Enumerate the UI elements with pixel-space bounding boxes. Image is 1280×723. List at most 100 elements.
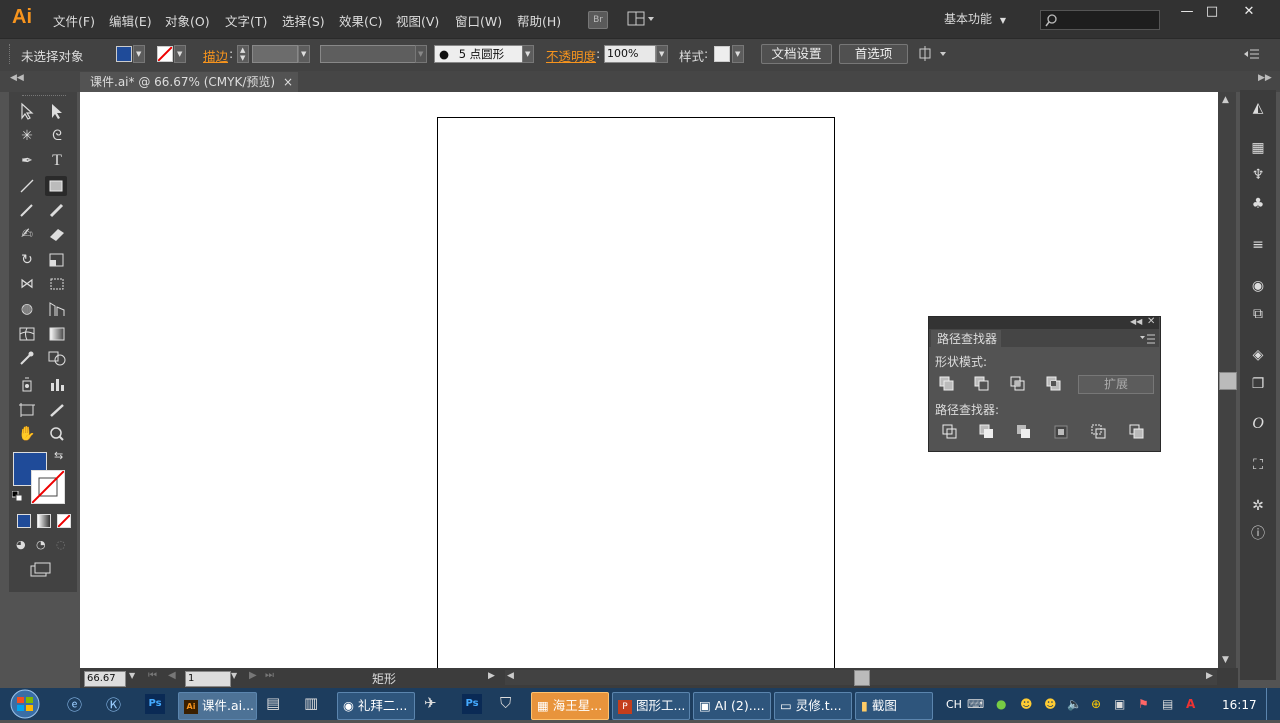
lasso-tool-icon[interactable]: ᘓ (46, 126, 68, 146)
mesh-tool-icon[interactable] (16, 324, 38, 344)
draw-normal-icon[interactable]: ◕ (16, 539, 30, 551)
close-tab-icon[interactable]: × (283, 72, 293, 92)
photoshop-icon-2[interactable]: Ps (462, 694, 482, 714)
merge-icon[interactable] (1016, 424, 1032, 440)
help-search-input[interactable] (1040, 10, 1160, 30)
stroke-weight-field[interactable] (252, 45, 298, 63)
brush-definition[interactable]: ● 5 点圆形 (434, 45, 523, 63)
menu-type[interactable]: 文字(T) (225, 11, 267, 30)
graphic-styles-icon[interactable]: ⧉ (1246, 304, 1270, 324)
stroke-weight-dropdown[interactable]: ▼ (298, 45, 310, 63)
unite-icon[interactable] (939, 376, 955, 392)
panel-menu-icon[interactable] (1140, 333, 1156, 344)
arrange-documents-button[interactable] (627, 11, 655, 27)
minus-front-icon[interactable] (974, 376, 990, 392)
task-illustrator[interactable]: Ai 课件.ai... (178, 692, 257, 720)
acrobat-icon[interactable]: A (1186, 697, 1195, 711)
width-tool-icon[interactable]: ⋈ (16, 274, 38, 294)
type-panel-icon[interactable]: O (1246, 414, 1270, 434)
opacity-dropdown[interactable]: ▼ (656, 45, 668, 63)
status-menu-icon[interactable]: ▶ (488, 671, 495, 681)
menu-file[interactable]: 文件(F) (53, 11, 95, 30)
workspace-switcher[interactable]: 基本功能 ▼ (944, 10, 1024, 28)
zoom-dropdown-icon[interactable]: ▼ (129, 671, 135, 680)
qq-icon[interactable]: ☻ (1020, 697, 1033, 711)
feather-app-icon[interactable]: ✈ (424, 694, 444, 714)
collapse-toolbox-icon[interactable]: ◀◀ (10, 73, 24, 83)
intersect-icon[interactable] (1010, 376, 1026, 392)
menu-window[interactable]: 窗口(W) (455, 11, 502, 30)
symbols-icon[interactable]: ♣ (1246, 194, 1270, 214)
appearance-icon[interactable]: ◉ (1246, 276, 1270, 296)
opacity-label[interactable]: 不透明度 (546, 46, 596, 65)
layers-icon[interactable]: ◈ (1246, 345, 1270, 365)
hand-tool-icon[interactable]: ✋ (16, 424, 38, 444)
rectangle-tool-icon[interactable] (45, 176, 67, 196)
volume-icon[interactable]: 🔈 (1067, 697, 1082, 711)
slice-tool-icon[interactable] (46, 400, 68, 420)
scale-tool-icon[interactable] (46, 250, 68, 270)
blend-tool-icon[interactable] (46, 348, 68, 368)
menu-select[interactable]: 选择(S) (282, 11, 325, 30)
document-tab[interactable]: 课件.ai* @ 66.67% (CMYK/预览) × (80, 72, 298, 92)
align-options-button[interactable] (918, 46, 948, 62)
gradient-tool-icon[interactable] (46, 324, 68, 344)
stroke-color-box[interactable] (31, 470, 65, 504)
exclude-icon[interactable] (1046, 376, 1062, 392)
zoom-tool-icon[interactable] (46, 424, 68, 444)
brushes-icon[interactable]: ♆ (1246, 165, 1270, 185)
task-screenshot[interactable]: ▮ 截图 (855, 692, 933, 720)
magic-wand-tool-icon[interactable]: ✳ (16, 126, 38, 146)
line-tool-icon[interactable] (16, 176, 38, 196)
toolbox-grip[interactable] (22, 95, 66, 100)
scroll-down-icon[interactable]: ▼ (1222, 655, 1229, 665)
rotate-tool-icon[interactable]: ↻ (16, 250, 38, 270)
close-panel-icon[interactable]: ✕ (1147, 316, 1155, 327)
crop-icon[interactable] (1053, 424, 1069, 440)
input-language[interactable]: CH (946, 698, 962, 711)
task-powerpoint[interactable]: P 图形工... (612, 692, 690, 720)
show-desktop-button[interactable] (1266, 688, 1279, 720)
profile-dropdown[interactable]: ▼ (415, 45, 427, 63)
display-icon[interactable]: ▤ (1162, 697, 1173, 711)
shape-builder-tool-icon[interactable]: ◍ (16, 299, 38, 319)
blob-brush-tool-icon[interactable]: ✍ (16, 224, 38, 244)
collapse-panel-icon[interactable]: ◀◀ (1130, 317, 1142, 326)
style-dropdown[interactable]: ▼ (732, 45, 744, 63)
keyboard-icon[interactable]: ⌨ (967, 697, 984, 711)
start-button[interactable] (6, 688, 44, 720)
stroke-label[interactable]: 描边 (203, 46, 228, 65)
menu-help[interactable]: 帮助(H) (517, 11, 561, 30)
swatches-icon[interactable]: ▦ (1246, 138, 1270, 158)
opacity-field[interactable]: 100% (604, 45, 656, 63)
color-mode-icon[interactable] (17, 514, 31, 528)
network-icon[interactable]: ▣ (1114, 697, 1125, 711)
stroke-swatch[interactable] (157, 46, 173, 62)
trim-icon[interactable] (979, 424, 995, 440)
fill-swatch[interactable] (116, 46, 132, 62)
horizontal-scroll-thumb[interactable] (854, 670, 870, 686)
draw-inside-icon[interactable]: ◌ (56, 539, 70, 551)
prev-artboard-icon[interactable]: ◀ (168, 670, 176, 681)
column-graph-tool-icon[interactable] (46, 374, 68, 394)
pathfinder-tab[interactable]: 路径查找器 (931, 330, 1001, 348)
divide-icon[interactable] (942, 424, 958, 440)
gradient-mode-icon[interactable] (37, 514, 51, 528)
artboard-dropdown-icon[interactable]: ▼ (231, 671, 237, 680)
artboard-tool-icon[interactable] (16, 400, 38, 420)
artboard[interactable] (437, 117, 835, 679)
brush-dropdown[interactable]: ▼ (522, 45, 534, 63)
preferences-button[interactable]: 首选项 (839, 44, 908, 64)
selection-tool-icon[interactable] (16, 101, 38, 121)
first-artboard-icon[interactable]: ⏮ (148, 670, 157, 681)
menu-edit[interactable]: 编辑(E) (109, 11, 152, 30)
task-neptune[interactable]: ▦ 海王星... (531, 692, 609, 720)
scroll-up-icon[interactable]: ▲ (1222, 95, 1229, 105)
photoshop-icon[interactable]: Ps (145, 694, 165, 714)
task-browser[interactable]: ◉ 礼拜二... (337, 692, 415, 720)
menu-effect[interactable]: 效果(C) (339, 11, 382, 30)
symbol-sprayer-tool-icon[interactable] (16, 374, 38, 394)
zoom-field[interactable]: 66.67 (84, 671, 126, 687)
eraser-tool-icon[interactable] (46, 224, 68, 244)
menu-view[interactable]: 视图(V) (396, 11, 439, 30)
